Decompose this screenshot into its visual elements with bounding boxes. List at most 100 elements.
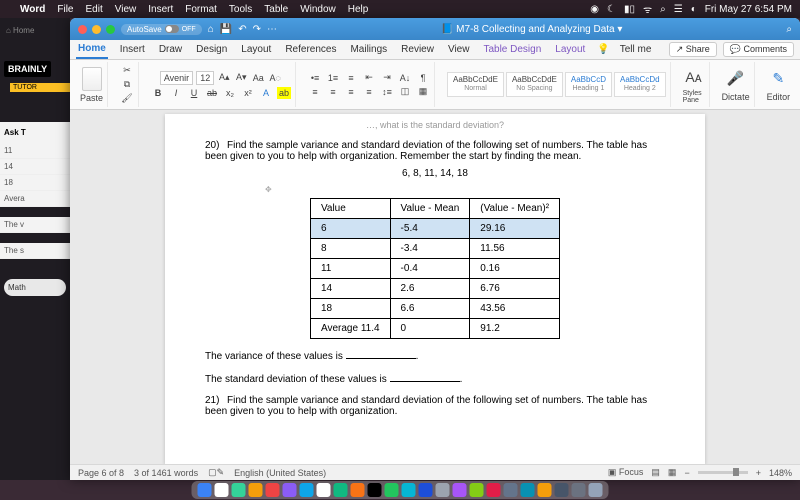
- menu-edit[interactable]: Edit: [86, 4, 103, 15]
- tab-view[interactable]: View: [446, 41, 472, 58]
- align-right-icon[interactable]: ≡: [344, 86, 358, 98]
- maximize-icon[interactable]: [106, 25, 115, 34]
- table-row[interactable]: 142.66.76: [310, 279, 559, 299]
- cut-icon[interactable]: ✂: [120, 65, 134, 77]
- borders-icon[interactable]: ▦: [416, 86, 430, 98]
- superscript-icon[interactable]: x²: [241, 87, 255, 99]
- chevron-down-icon[interactable]: ▾: [617, 24, 622, 35]
- home-icon[interactable]: ⌂ Home: [0, 26, 70, 35]
- autosave-toggle[interactable]: AutoSave OFF: [121, 24, 202, 35]
- menubar-app[interactable]: Word: [20, 4, 45, 15]
- numbering-icon[interactable]: 1≡: [326, 72, 340, 84]
- tab-review[interactable]: Review: [399, 41, 436, 58]
- dictate-group[interactable]: 🎤 Dictate: [718, 62, 755, 107]
- bold-icon[interactable]: B: [151, 87, 165, 99]
- decrease-indent-icon[interactable]: ⇤: [362, 72, 376, 84]
- format-painter-icon[interactable]: 🖌: [120, 93, 134, 105]
- bullets-icon[interactable]: •≡: [308, 72, 322, 84]
- copy-icon[interactable]: ⧉: [120, 79, 134, 91]
- paste-icon[interactable]: [82, 67, 102, 91]
- dock-app-1[interactable]: [215, 483, 229, 497]
- table-row[interactable]: 11-0.40.16: [310, 259, 559, 279]
- dock-app-16[interactable]: [470, 483, 484, 497]
- dock-app-7[interactable]: [317, 483, 331, 497]
- dock-app-3[interactable]: [249, 483, 263, 497]
- dock-app-8[interactable]: [334, 483, 348, 497]
- dock-app-5[interactable]: [283, 483, 297, 497]
- editor-group[interactable]: ✎ Editor: [763, 62, 795, 107]
- styles-pane-group[interactable]: Aᴀ Styles Pane: [679, 62, 710, 107]
- justify-icon[interactable]: ≡: [362, 86, 376, 98]
- zoom-value[interactable]: 148%: [769, 468, 792, 478]
- style-normal[interactable]: AaBbCcDdENormal: [447, 72, 504, 96]
- view-web-icon[interactable]: ▦: [668, 467, 677, 478]
- blank-line[interactable]: [390, 372, 460, 382]
- siri-icon[interactable]: ◐: [691, 4, 697, 15]
- italic-icon[interactable]: I: [169, 87, 183, 99]
- tab-table-layout[interactable]: Layout: [553, 41, 587, 58]
- dock-app-0[interactable]: [198, 483, 212, 497]
- dock-app-10[interactable]: [368, 483, 382, 497]
- document-page[interactable]: …, what is the standard deviation? 20)Fi…: [165, 114, 705, 464]
- page-area[interactable]: …, what is the standard deviation? 20)Fi…: [70, 110, 800, 464]
- paragraph-mark-icon[interactable]: ¶: [416, 72, 430, 84]
- comments-button[interactable]: 💬 Comments: [723, 42, 794, 57]
- table-anchor-icon[interactable]: ✥: [265, 185, 665, 194]
- grow-font-icon[interactable]: A▴: [217, 72, 231, 84]
- highlight-icon[interactable]: ab: [277, 87, 291, 99]
- status-language[interactable]: English (United States): [234, 468, 326, 478]
- menu-tools[interactable]: Tools: [229, 4, 252, 15]
- brainly-chip-math[interactable]: Math: [4, 279, 66, 296]
- status-page[interactable]: Page 6 of 8: [78, 468, 124, 478]
- dock-app-23[interactable]: [589, 483, 603, 497]
- zoom-in-icon[interactable]: +: [756, 468, 761, 478]
- status-words[interactable]: 3 of 1461 words: [134, 468, 198, 478]
- tab-mailings[interactable]: Mailings: [348, 41, 389, 58]
- tell-me[interactable]: Tell me: [620, 44, 652, 55]
- tab-insert[interactable]: Insert: [118, 41, 147, 58]
- dock-app-11[interactable]: [385, 483, 399, 497]
- shrink-font-icon[interactable]: A▾: [234, 72, 248, 84]
- multilevel-icon[interactable]: ≡: [344, 72, 358, 84]
- brainly-logo[interactable]: BRAINLY: [4, 61, 51, 77]
- dock-app-17[interactable]: [487, 483, 501, 497]
- tab-design[interactable]: Design: [194, 41, 229, 58]
- style-heading2[interactable]: AaBbCcDdHeading 2: [614, 72, 666, 96]
- blank-line[interactable]: [346, 349, 416, 359]
- dock-app-21[interactable]: [555, 483, 569, 497]
- font-name-select[interactable]: Avenir: [160, 71, 193, 85]
- save-icon[interactable]: 💾: [220, 24, 232, 35]
- share-button[interactable]: ↗ Share: [669, 42, 717, 57]
- more-icon[interactable]: ⋯: [267, 24, 277, 35]
- dock-app-22[interactable]: [572, 483, 586, 497]
- undo-icon[interactable]: ↶: [238, 24, 246, 35]
- increase-indent-icon[interactable]: ⇥: [380, 72, 394, 84]
- dock-app-20[interactable]: [538, 483, 552, 497]
- menu-file[interactable]: File: [57, 4, 73, 15]
- focus-mode[interactable]: ▣ Focus: [608, 467, 644, 478]
- table-row[interactable]: 6-5.429.16: [310, 219, 559, 239]
- table-row[interactable]: 8-3.411.56: [310, 239, 559, 259]
- menu-view[interactable]: View: [115, 4, 137, 15]
- dock-app-18[interactable]: [504, 483, 518, 497]
- style-heading1[interactable]: AaBbCcDHeading 1: [565, 72, 612, 96]
- style-no-spacing[interactable]: AaBbCcDdENo Spacing: [506, 72, 563, 96]
- menubar-clock[interactable]: Fri May 27 6:54 PM: [705, 4, 792, 15]
- close-icon[interactable]: [78, 25, 87, 34]
- switch-icon[interactable]: [165, 25, 179, 33]
- table-row-average[interactable]: Average 11.4091.2: [310, 319, 559, 339]
- view-print-icon[interactable]: ▤: [651, 467, 660, 478]
- dock-app-9[interactable]: [351, 483, 365, 497]
- align-left-icon[interactable]: ≡: [308, 86, 322, 98]
- underline-icon[interactable]: U: [187, 87, 201, 99]
- dock-app-2[interactable]: [232, 483, 246, 497]
- table-row[interactable]: 186.643.56: [310, 299, 559, 319]
- dock-app-12[interactable]: [402, 483, 416, 497]
- tab-table-design[interactable]: Table Design: [481, 41, 543, 58]
- wifi-icon[interactable]: ᯤ: [643, 2, 652, 16]
- tab-home[interactable]: Home: [76, 40, 108, 59]
- shading-icon[interactable]: ◫: [398, 86, 412, 98]
- change-case-icon[interactable]: Aa: [251, 72, 265, 84]
- clear-format-icon[interactable]: A◌: [268, 72, 282, 84]
- control-center-icon[interactable]: ☰: [674, 4, 683, 15]
